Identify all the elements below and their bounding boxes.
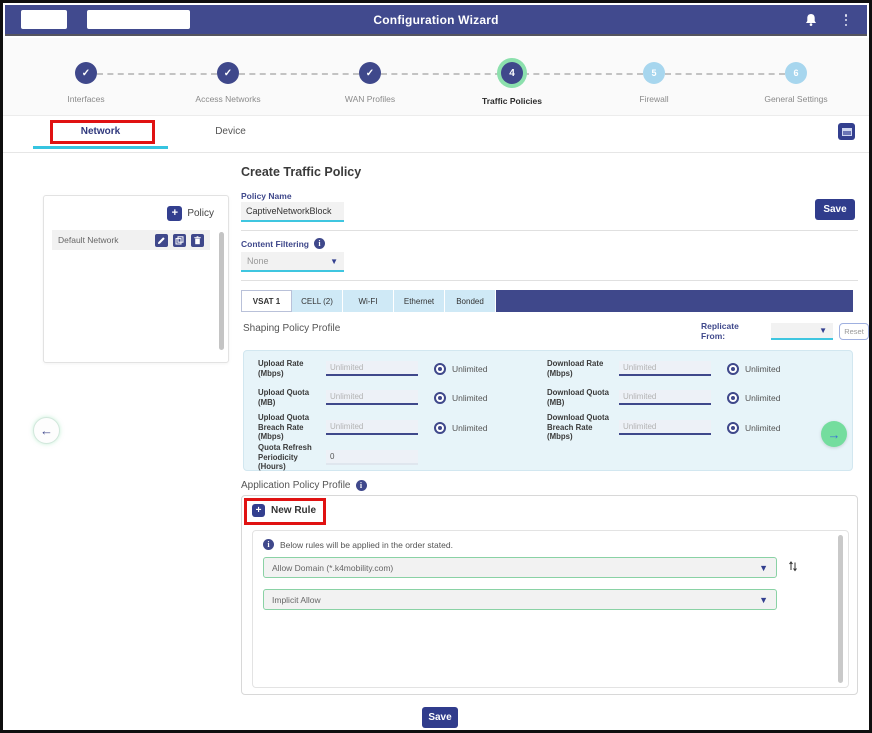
step-firewall[interactable]: 5 Firewall bbox=[643, 62, 665, 84]
step-wan-profiles[interactable]: ✓ WAN Profiles bbox=[359, 62, 381, 84]
next-arrow-button[interactable]: → bbox=[821, 421, 847, 447]
check-icon: ✓ bbox=[359, 62, 381, 84]
add-policy-button[interactable]: + Policy bbox=[167, 206, 214, 221]
back-button[interactable]: ← bbox=[33, 417, 60, 444]
plus-icon: + bbox=[167, 206, 182, 221]
upload-quota-breach-unlimited-radio[interactable] bbox=[434, 422, 446, 434]
stepper-connector bbox=[97, 73, 217, 75]
form-title: Create Traffic Policy bbox=[241, 165, 361, 179]
download-rate-unlimited-radio[interactable] bbox=[727, 363, 739, 375]
edit-icon[interactable] bbox=[155, 234, 168, 247]
upload-quota-breach-label: Upload Quota Breach Rate (Mbps) bbox=[258, 413, 324, 442]
content-filtering-label: Content Filtering bbox=[241, 239, 309, 249]
policy-list-panel: + Policy Default Network bbox=[43, 195, 229, 363]
application-profile-title: Application Policy Profile bbox=[241, 480, 351, 491]
stepper-connector bbox=[239, 73, 359, 75]
wan-tab-bar: VSAT 1 CELL (2) Wi-FI Ethernet Bonded bbox=[241, 290, 853, 312]
chevron-down-icon: ▼ bbox=[330, 257, 338, 266]
stepper-connector bbox=[523, 73, 643, 75]
rules-info-text: Below rules will be applied in the order… bbox=[280, 540, 453, 550]
rules-scrollbar[interactable] bbox=[838, 535, 843, 683]
divider bbox=[241, 280, 858, 281]
page-title: Configuration Wizard bbox=[5, 13, 867, 27]
save-button[interactable]: Save bbox=[422, 707, 458, 728]
upload-rate-input[interactable] bbox=[326, 361, 418, 376]
save-policy-button[interactable]: Save bbox=[815, 199, 855, 220]
replicate-from-label: Replicate From: bbox=[701, 321, 765, 341]
upload-quota-unlimited-radio[interactable] bbox=[434, 392, 446, 404]
shaping-profile-title: Shaping Policy Profile bbox=[243, 323, 340, 334]
check-icon: ✓ bbox=[217, 62, 239, 84]
rule-dropdown-implicit-allow[interactable]: Implicit Allow ▼ bbox=[263, 589, 777, 610]
policy-name-label: Policy Name bbox=[241, 191, 292, 201]
app-header: Configuration Wizard bbox=[5, 5, 867, 36]
download-rate-label: Download Rate (Mbps) bbox=[547, 359, 617, 378]
upload-rate-unlimited-radio[interactable] bbox=[434, 363, 446, 375]
shaping-policy-panel: Upload Rate (Mbps) Unlimited Upload Quot… bbox=[243, 350, 853, 471]
reorder-icon[interactable] bbox=[787, 559, 799, 573]
upload-quota-label: Upload Quota (MB) bbox=[258, 388, 324, 407]
step-number: 4 bbox=[501, 62, 523, 84]
download-quota-label: Download Quota (MB) bbox=[547, 388, 617, 407]
quota-refresh-input[interactable] bbox=[326, 450, 418, 465]
step-general-settings[interactable]: 6 General Settings bbox=[785, 62, 807, 84]
delete-icon[interactable] bbox=[191, 234, 204, 247]
tab-bonded[interactable]: Bonded bbox=[445, 290, 496, 312]
expand-panel-icon[interactable] bbox=[838, 123, 855, 140]
download-quota-unlimited-radio[interactable] bbox=[727, 392, 739, 404]
notifications-bell-icon[interactable] bbox=[803, 12, 819, 28]
stepper-connector bbox=[665, 73, 785, 75]
upload-quota-input[interactable] bbox=[326, 390, 418, 405]
step-number: 5 bbox=[643, 62, 665, 84]
policy-name-input[interactable] bbox=[241, 202, 344, 222]
rule-dropdown-allow-domain[interactable]: Allow Domain (*.k4mobility.com) ▼ bbox=[263, 557, 777, 578]
quota-refresh-label: Quota Refresh Periodicity (Hours) bbox=[258, 443, 324, 472]
chevron-down-icon: ▼ bbox=[819, 326, 827, 335]
download-quota-breach-input[interactable] bbox=[619, 420, 711, 435]
download-quota-breach-label: Download Quota Breach Rate (Mbps) bbox=[547, 413, 617, 442]
step-number: 6 bbox=[785, 62, 807, 84]
annotation-box-network bbox=[50, 120, 155, 144]
reset-button[interactable]: Reset bbox=[839, 323, 869, 340]
upload-rate-label: Upload Rate (Mbps) bbox=[258, 359, 324, 378]
step-access-networks[interactable]: ✓ Access Networks bbox=[217, 62, 239, 84]
info-icon bbox=[263, 539, 274, 550]
download-rate-input[interactable] bbox=[619, 361, 711, 376]
divider bbox=[241, 230, 858, 231]
copy-icon[interactable] bbox=[173, 234, 186, 247]
tab-vsat-1[interactable]: VSAT 1 bbox=[241, 290, 292, 312]
info-icon[interactable] bbox=[314, 238, 325, 249]
policy-list-scrollbar[interactable] bbox=[219, 232, 224, 350]
step-traffic-policies[interactable]: 4 Traffic Policies bbox=[501, 62, 523, 84]
configuration-wizard-window: Configuration Wizard ✓ Interfaces ✓ Acce… bbox=[0, 0, 872, 733]
overflow-menu-icon[interactable] bbox=[843, 12, 849, 28]
info-icon[interactable] bbox=[356, 480, 367, 491]
tab-bar-filler bbox=[496, 290, 853, 312]
chevron-down-icon: ▼ bbox=[759, 563, 768, 573]
annotation-box-new-rule bbox=[244, 498, 326, 525]
rules-container: Below rules will be applied in the order… bbox=[252, 530, 849, 688]
check-icon: ✓ bbox=[75, 62, 97, 84]
chevron-down-icon: ▼ bbox=[759, 595, 768, 605]
tab-wifi[interactable]: Wi-FI bbox=[343, 290, 394, 312]
upload-quota-breach-input[interactable] bbox=[326, 420, 418, 435]
stepper-connector bbox=[381, 73, 501, 75]
replicate-from-select[interactable]: ▼ bbox=[771, 323, 833, 340]
application-policy-box: + New Rule Below rules will be applied i… bbox=[241, 495, 858, 695]
policy-list-item[interactable]: Default Network bbox=[52, 230, 210, 250]
content-filtering-select[interactable]: None ▼ bbox=[241, 252, 344, 272]
download-quota-input[interactable] bbox=[619, 390, 711, 405]
tab-cell-2[interactable]: CELL (2) bbox=[292, 290, 343, 312]
tab-ethernet[interactable]: Ethernet bbox=[394, 290, 445, 312]
step-interfaces[interactable]: ✓ Interfaces bbox=[75, 62, 97, 84]
view-tab-bar: Network Device bbox=[3, 117, 869, 153]
wizard-stepper: ✓ Interfaces ✓ Access Networks ✓ WAN Pro… bbox=[3, 38, 869, 116]
active-tab-underline bbox=[33, 146, 168, 149]
tab-device[interactable]: Device bbox=[168, 117, 293, 146]
download-quota-breach-unlimited-radio[interactable] bbox=[727, 422, 739, 434]
